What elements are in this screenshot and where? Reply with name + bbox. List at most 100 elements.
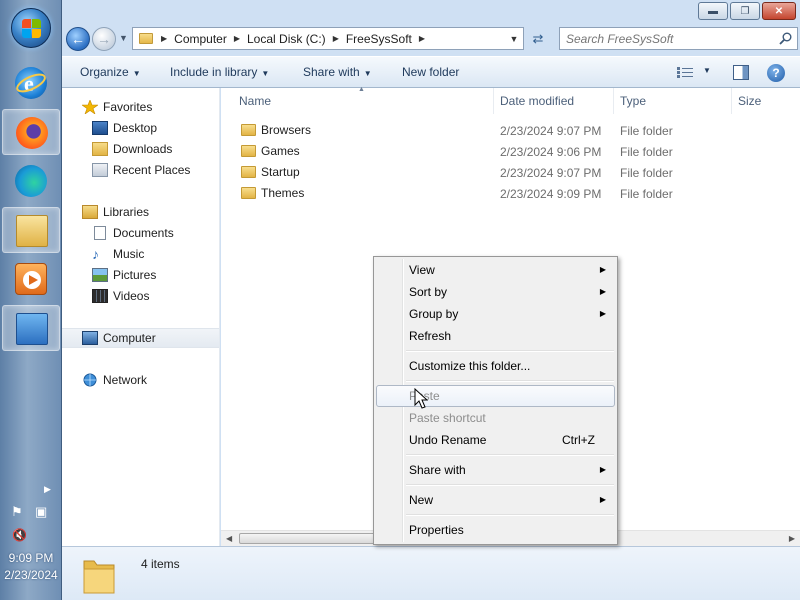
taskbar-clock[interactable]: 9:09 PM 2/23/2024 [0, 550, 62, 584]
taskbar-windows-explorer[interactable] [2, 207, 60, 253]
nav-documents[interactable]: Documents [62, 223, 219, 243]
maximize-button[interactable]: ❐ [730, 2, 760, 20]
volume-muted-icon[interactable]: 🔇 [12, 528, 28, 544]
recent-pages-dropdown[interactable]: ▼ [119, 33, 128, 43]
new-folder-button[interactable]: New folder [402, 65, 459, 79]
menu-item-label: Sort by [409, 285, 448, 299]
column-header-size[interactable]: Size [732, 88, 800, 114]
close-icon: ✕ [774, 5, 784, 17]
column-name-label: Name [239, 94, 272, 108]
nav-computer[interactable]: Computer [62, 328, 219, 348]
help-icon[interactable]: ? [767, 64, 785, 82]
menu-separator [406, 380, 614, 382]
preview-pane-icon[interactable] [733, 65, 749, 80]
file-row[interactable]: Browsers 2/23/2024 9:07 PM File folder [221, 119, 800, 140]
nav-network[interactable]: Network [62, 370, 219, 390]
nav-downloads-label: Downloads [113, 142, 173, 156]
taskbar-media-player[interactable] [2, 256, 60, 302]
scroll-right-icon[interactable]: ▶ [789, 534, 795, 543]
organize-label: Organize [80, 65, 129, 79]
nav-pictures-label: Pictures [113, 268, 157, 282]
submenu-arrow-icon: ▶ [599, 265, 606, 274]
menu-item-undo-rename[interactable]: Undo Rename Ctrl+Z [376, 429, 615, 451]
start-button[interactable] [11, 8, 51, 48]
chevron-down-icon: ▼ [363, 69, 372, 78]
breadcrumb-freesyssoft[interactable]: FreeSysSoft [341, 28, 417, 49]
minimize-button[interactable]: ▬ [698, 2, 728, 20]
view-dropdown-icon[interactable]: ▼ [703, 66, 711, 75]
show-hidden-icons-arrow-icon[interactable]: ▶ [44, 484, 51, 495]
scrollbar-thumb[interactable] [239, 533, 379, 544]
menu-item-view[interactable]: View ▶ [376, 259, 615, 281]
breadcrumb-computer[interactable]: Computer [169, 28, 232, 49]
file-name: Startup [261, 165, 300, 179]
breadcrumb-separator-icon[interactable]: ▶ [159, 34, 169, 43]
address-dropdown-icon[interactable]: ▼ [505, 34, 523, 44]
file-date: 2/23/2024 9:07 PM [500, 124, 602, 138]
nav-pictures[interactable]: Pictures [62, 265, 219, 285]
nav-music[interactable]: ♪ Music [62, 244, 219, 264]
share-with-button[interactable]: Share with ▼ [303, 65, 372, 79]
menu-item-share-with[interactable]: Share with ▶ [376, 459, 615, 481]
include-in-library-button[interactable]: Include in library ▼ [170, 65, 269, 79]
menu-item-label: Customize this folder... [409, 359, 531, 373]
column-header-date-modified[interactable]: Date modified [494, 88, 614, 114]
documents-icon [94, 226, 106, 240]
file-row[interactable]: Startup 2/23/2024 9:07 PM File folder [221, 161, 800, 182]
nav-recent-places[interactable]: Recent Places [62, 160, 219, 180]
breadcrumb-separator-icon[interactable]: ▶ [331, 34, 341, 43]
menu-item-paste-shortcut[interactable]: Paste shortcut [376, 407, 615, 429]
menu-item-properties[interactable]: Properties [376, 519, 615, 541]
breadcrumb-local-disk[interactable]: Local Disk (C:) [242, 28, 331, 49]
search-input[interactable] [566, 31, 766, 46]
refresh-button[interactable]: ⇄ [526, 27, 550, 50]
address-bar[interactable]: ▶ Computer ▶ Local Disk (C:) ▶ FreeSysSo… [132, 27, 524, 50]
nav-desktop[interactable]: Desktop [62, 118, 219, 138]
window-controls: ▬ ❐ ✕ [698, 2, 796, 22]
column-type-label: Type [620, 94, 647, 108]
nav-downloads[interactable]: Downloads [62, 139, 219, 159]
file-row[interactable]: Games 2/23/2024 9:06 PM File folder [221, 140, 800, 161]
media-player-icon [15, 263, 47, 295]
nav-network-label: Network [103, 373, 148, 387]
search-icon[interactable] [779, 32, 792, 45]
search-box[interactable] [559, 27, 798, 50]
include-in-library-label: Include in library [170, 65, 258, 79]
menu-item-sort-by[interactable]: Sort by ▶ [376, 281, 615, 303]
close-button[interactable]: ✕ [762, 2, 796, 20]
taskbar-firefox[interactable] [2, 109, 60, 155]
menu-item-new[interactable]: New ▶ [376, 489, 615, 511]
nav-libraries[interactable]: Libraries [62, 202, 219, 222]
desktop-icon [92, 121, 108, 135]
chevron-down-icon: ▼ [132, 69, 141, 78]
scroll-left-icon[interactable]: ◀ [226, 534, 232, 543]
downloads-icon [92, 142, 108, 156]
breadcrumb-separator-icon[interactable]: ▶ [232, 34, 242, 43]
file-type: File folder [620, 124, 673, 138]
submenu-arrow-icon: ▶ [599, 495, 606, 504]
menu-item-group-by[interactable]: Group by ▶ [376, 303, 615, 325]
star-icon [82, 100, 98, 114]
taskbar-edge[interactable] [2, 158, 60, 204]
nav-favorites[interactable]: Favorites [62, 97, 219, 117]
nav-videos-label: Videos [113, 289, 150, 303]
menu-item-paste[interactable]: Paste [376, 385, 615, 407]
taskbar-control-panel[interactable] [2, 305, 60, 351]
taskbar-internet-explorer[interactable]: e [2, 60, 60, 106]
menu-item-refresh[interactable]: Refresh [376, 325, 615, 347]
forward-button[interactable]: → [92, 27, 116, 51]
nav-videos[interactable]: Videos [62, 286, 219, 306]
view-options-icon[interactable] [677, 66, 693, 79]
menu-item-label: New [409, 493, 434, 507]
organize-button[interactable]: Organize ▼ [80, 65, 141, 79]
back-button[interactable]: ← [66, 27, 90, 51]
file-row[interactable]: Themes 2/23/2024 9:09 PM File folder [221, 182, 800, 203]
file-date: 2/23/2024 9:07 PM [500, 166, 602, 180]
submenu-arrow-icon: ▶ [599, 287, 606, 296]
column-header-type[interactable]: Type [614, 88, 732, 114]
network-icon[interactable]: ▣ [35, 504, 51, 520]
menu-item-customize-folder[interactable]: Customize this folder... [376, 355, 615, 377]
breadcrumb-separator-icon[interactable]: ▶ [417, 34, 427, 43]
file-name: Games [261, 144, 300, 158]
action-center-flag-icon[interactable]: ⚑ [11, 504, 27, 520]
